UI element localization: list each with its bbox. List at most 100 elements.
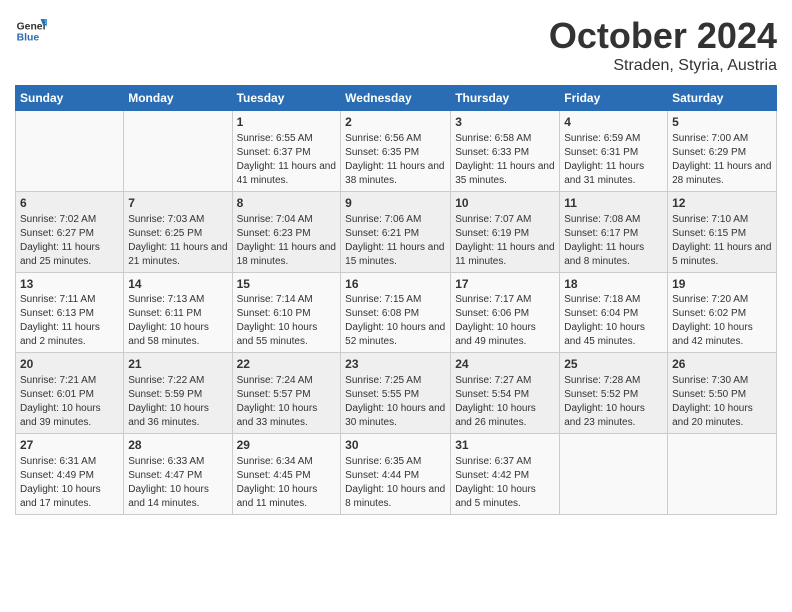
calendar-cell: 28Sunrise: 6:33 AM Sunset: 4:47 PM Dayli… — [124, 434, 232, 515]
calendar-cell: 26Sunrise: 7:30 AM Sunset: 5:50 PM Dayli… — [668, 353, 777, 434]
day-info: Sunrise: 7:21 AM Sunset: 6:01 PM Dayligh… — [20, 374, 119, 430]
calendar-cell: 27Sunrise: 6:31 AM Sunset: 4:49 PM Dayli… — [16, 434, 124, 515]
calendar-cell: 7Sunrise: 7:03 AM Sunset: 6:25 PM Daylig… — [124, 191, 232, 272]
calendar-cell: 20Sunrise: 7:21 AM Sunset: 6:01 PM Dayli… — [16, 353, 124, 434]
day-number: 18 — [564, 276, 663, 293]
calendar-cell: 16Sunrise: 7:15 AM Sunset: 6:08 PM Dayli… — [341, 272, 451, 353]
calendar-cell: 5Sunrise: 7:00 AM Sunset: 6:29 PM Daylig… — [668, 111, 777, 192]
calendar-cell: 18Sunrise: 7:18 AM Sunset: 6:04 PM Dayli… — [560, 272, 668, 353]
week-row-4: 20Sunrise: 7:21 AM Sunset: 6:01 PM Dayli… — [16, 353, 777, 434]
day-number: 24 — [455, 356, 555, 373]
calendar-cell: 29Sunrise: 6:34 AM Sunset: 4:45 PM Dayli… — [232, 434, 341, 515]
day-info: Sunrise: 7:07 AM Sunset: 6:19 PM Dayligh… — [455, 213, 555, 269]
day-number: 7 — [128, 195, 227, 212]
calendar-cell: 12Sunrise: 7:10 AM Sunset: 6:15 PM Dayli… — [668, 191, 777, 272]
calendar-cell — [668, 434, 777, 515]
day-number: 15 — [237, 276, 337, 293]
calendar-cell: 22Sunrise: 7:24 AM Sunset: 5:57 PM Dayli… — [232, 353, 341, 434]
day-header-friday: Friday — [560, 86, 668, 111]
day-info: Sunrise: 6:58 AM Sunset: 6:33 PM Dayligh… — [455, 132, 555, 188]
day-number: 2 — [345, 114, 446, 131]
day-number: 21 — [128, 356, 227, 373]
calendar-cell: 30Sunrise: 6:35 AM Sunset: 4:44 PM Dayli… — [341, 434, 451, 515]
day-header-sunday: Sunday — [16, 86, 124, 111]
week-row-1: 1Sunrise: 6:55 AM Sunset: 6:37 PM Daylig… — [16, 111, 777, 192]
day-info: Sunrise: 7:03 AM Sunset: 6:25 PM Dayligh… — [128, 213, 227, 269]
calendar-cell — [124, 111, 232, 192]
calendar-cell — [560, 434, 668, 515]
day-number: 27 — [20, 437, 119, 454]
day-info: Sunrise: 6:37 AM Sunset: 4:42 PM Dayligh… — [455, 455, 555, 511]
day-header-tuesday: Tuesday — [232, 86, 341, 111]
header: General Blue October 2024 Straden, Styri… — [15, 15, 777, 75]
week-row-3: 13Sunrise: 7:11 AM Sunset: 6:13 PM Dayli… — [16, 272, 777, 353]
day-info: Sunrise: 7:04 AM Sunset: 6:23 PM Dayligh… — [237, 213, 337, 269]
day-number: 22 — [237, 356, 337, 373]
day-info: Sunrise: 7:25 AM Sunset: 5:55 PM Dayligh… — [345, 374, 446, 430]
page: General Blue October 2024 Straden, Styri… — [0, 0, 792, 612]
day-info: Sunrise: 7:22 AM Sunset: 5:59 PM Dayligh… — [128, 374, 227, 430]
logo-icon: General Blue — [15, 15, 47, 47]
day-info: Sunrise: 6:33 AM Sunset: 4:47 PM Dayligh… — [128, 455, 227, 511]
day-number: 30 — [345, 437, 446, 454]
calendar-cell: 8Sunrise: 7:04 AM Sunset: 6:23 PM Daylig… — [232, 191, 341, 272]
title-block: October 2024 Straden, Styria, Austria — [549, 15, 777, 75]
day-info: Sunrise: 7:18 AM Sunset: 6:04 PM Dayligh… — [564, 293, 663, 349]
day-header-thursday: Thursday — [451, 86, 560, 111]
month-title: October 2024 — [549, 15, 777, 57]
day-number: 1 — [237, 114, 337, 131]
calendar-table: SundayMondayTuesdayWednesdayThursdayFrid… — [15, 85, 777, 515]
calendar-cell: 14Sunrise: 7:13 AM Sunset: 6:11 PM Dayli… — [124, 272, 232, 353]
day-number: 17 — [455, 276, 555, 293]
day-number: 13 — [20, 276, 119, 293]
day-info: Sunrise: 7:11 AM Sunset: 6:13 PM Dayligh… — [20, 293, 119, 349]
day-number: 23 — [345, 356, 446, 373]
day-number: 4 — [564, 114, 663, 131]
day-number: 20 — [20, 356, 119, 373]
calendar-cell: 10Sunrise: 7:07 AM Sunset: 6:19 PM Dayli… — [451, 191, 560, 272]
calendar-cell: 21Sunrise: 7:22 AM Sunset: 5:59 PM Dayli… — [124, 353, 232, 434]
day-info: Sunrise: 6:34 AM Sunset: 4:45 PM Dayligh… — [237, 455, 337, 511]
day-info: Sunrise: 7:24 AM Sunset: 5:57 PM Dayligh… — [237, 374, 337, 430]
calendar-cell: 23Sunrise: 7:25 AM Sunset: 5:55 PM Dayli… — [341, 353, 451, 434]
subtitle: Straden, Styria, Austria — [549, 57, 777, 75]
svg-text:Blue: Blue — [17, 33, 40, 44]
week-row-5: 27Sunrise: 6:31 AM Sunset: 4:49 PM Dayli… — [16, 434, 777, 515]
day-info: Sunrise: 7:20 AM Sunset: 6:02 PM Dayligh… — [672, 293, 772, 349]
day-info: Sunrise: 6:31 AM Sunset: 4:49 PM Dayligh… — [20, 455, 119, 511]
day-number: 12 — [672, 195, 772, 212]
day-info: Sunrise: 7:08 AM Sunset: 6:17 PM Dayligh… — [564, 213, 663, 269]
calendar-cell: 13Sunrise: 7:11 AM Sunset: 6:13 PM Dayli… — [16, 272, 124, 353]
calendar-cell: 6Sunrise: 7:02 AM Sunset: 6:27 PM Daylig… — [16, 191, 124, 272]
calendar-cell: 2Sunrise: 6:56 AM Sunset: 6:35 PM Daylig… — [341, 111, 451, 192]
calendar-cell: 3Sunrise: 6:58 AM Sunset: 6:33 PM Daylig… — [451, 111, 560, 192]
day-number: 9 — [345, 195, 446, 212]
calendar-cell: 1Sunrise: 6:55 AM Sunset: 6:37 PM Daylig… — [232, 111, 341, 192]
week-row-2: 6Sunrise: 7:02 AM Sunset: 6:27 PM Daylig… — [16, 191, 777, 272]
day-info: Sunrise: 6:55 AM Sunset: 6:37 PM Dayligh… — [237, 132, 337, 188]
day-info: Sunrise: 7:15 AM Sunset: 6:08 PM Dayligh… — [345, 293, 446, 349]
day-info: Sunrise: 6:56 AM Sunset: 6:35 PM Dayligh… — [345, 132, 446, 188]
day-number: 14 — [128, 276, 227, 293]
calendar-cell — [16, 111, 124, 192]
day-number: 11 — [564, 195, 663, 212]
calendar-cell: 11Sunrise: 7:08 AM Sunset: 6:17 PM Dayli… — [560, 191, 668, 272]
day-info: Sunrise: 7:10 AM Sunset: 6:15 PM Dayligh… — [672, 213, 772, 269]
day-number: 6 — [20, 195, 119, 212]
day-number: 19 — [672, 276, 772, 293]
day-info: Sunrise: 7:14 AM Sunset: 6:10 PM Dayligh… — [237, 293, 337, 349]
calendar-cell: 9Sunrise: 7:06 AM Sunset: 6:21 PM Daylig… — [341, 191, 451, 272]
day-number: 31 — [455, 437, 555, 454]
calendar-cell: 17Sunrise: 7:17 AM Sunset: 6:06 PM Dayli… — [451, 272, 560, 353]
day-number: 28 — [128, 437, 227, 454]
day-number: 3 — [455, 114, 555, 131]
calendar-cell: 4Sunrise: 6:59 AM Sunset: 6:31 PM Daylig… — [560, 111, 668, 192]
day-number: 10 — [455, 195, 555, 212]
day-number: 8 — [237, 195, 337, 212]
day-header-monday: Monday — [124, 86, 232, 111]
day-info: Sunrise: 7:13 AM Sunset: 6:11 PM Dayligh… — [128, 293, 227, 349]
day-info: Sunrise: 7:27 AM Sunset: 5:54 PM Dayligh… — [455, 374, 555, 430]
day-number: 26 — [672, 356, 772, 373]
header-row: SundayMondayTuesdayWednesdayThursdayFrid… — [16, 86, 777, 111]
day-number: 16 — [345, 276, 446, 293]
